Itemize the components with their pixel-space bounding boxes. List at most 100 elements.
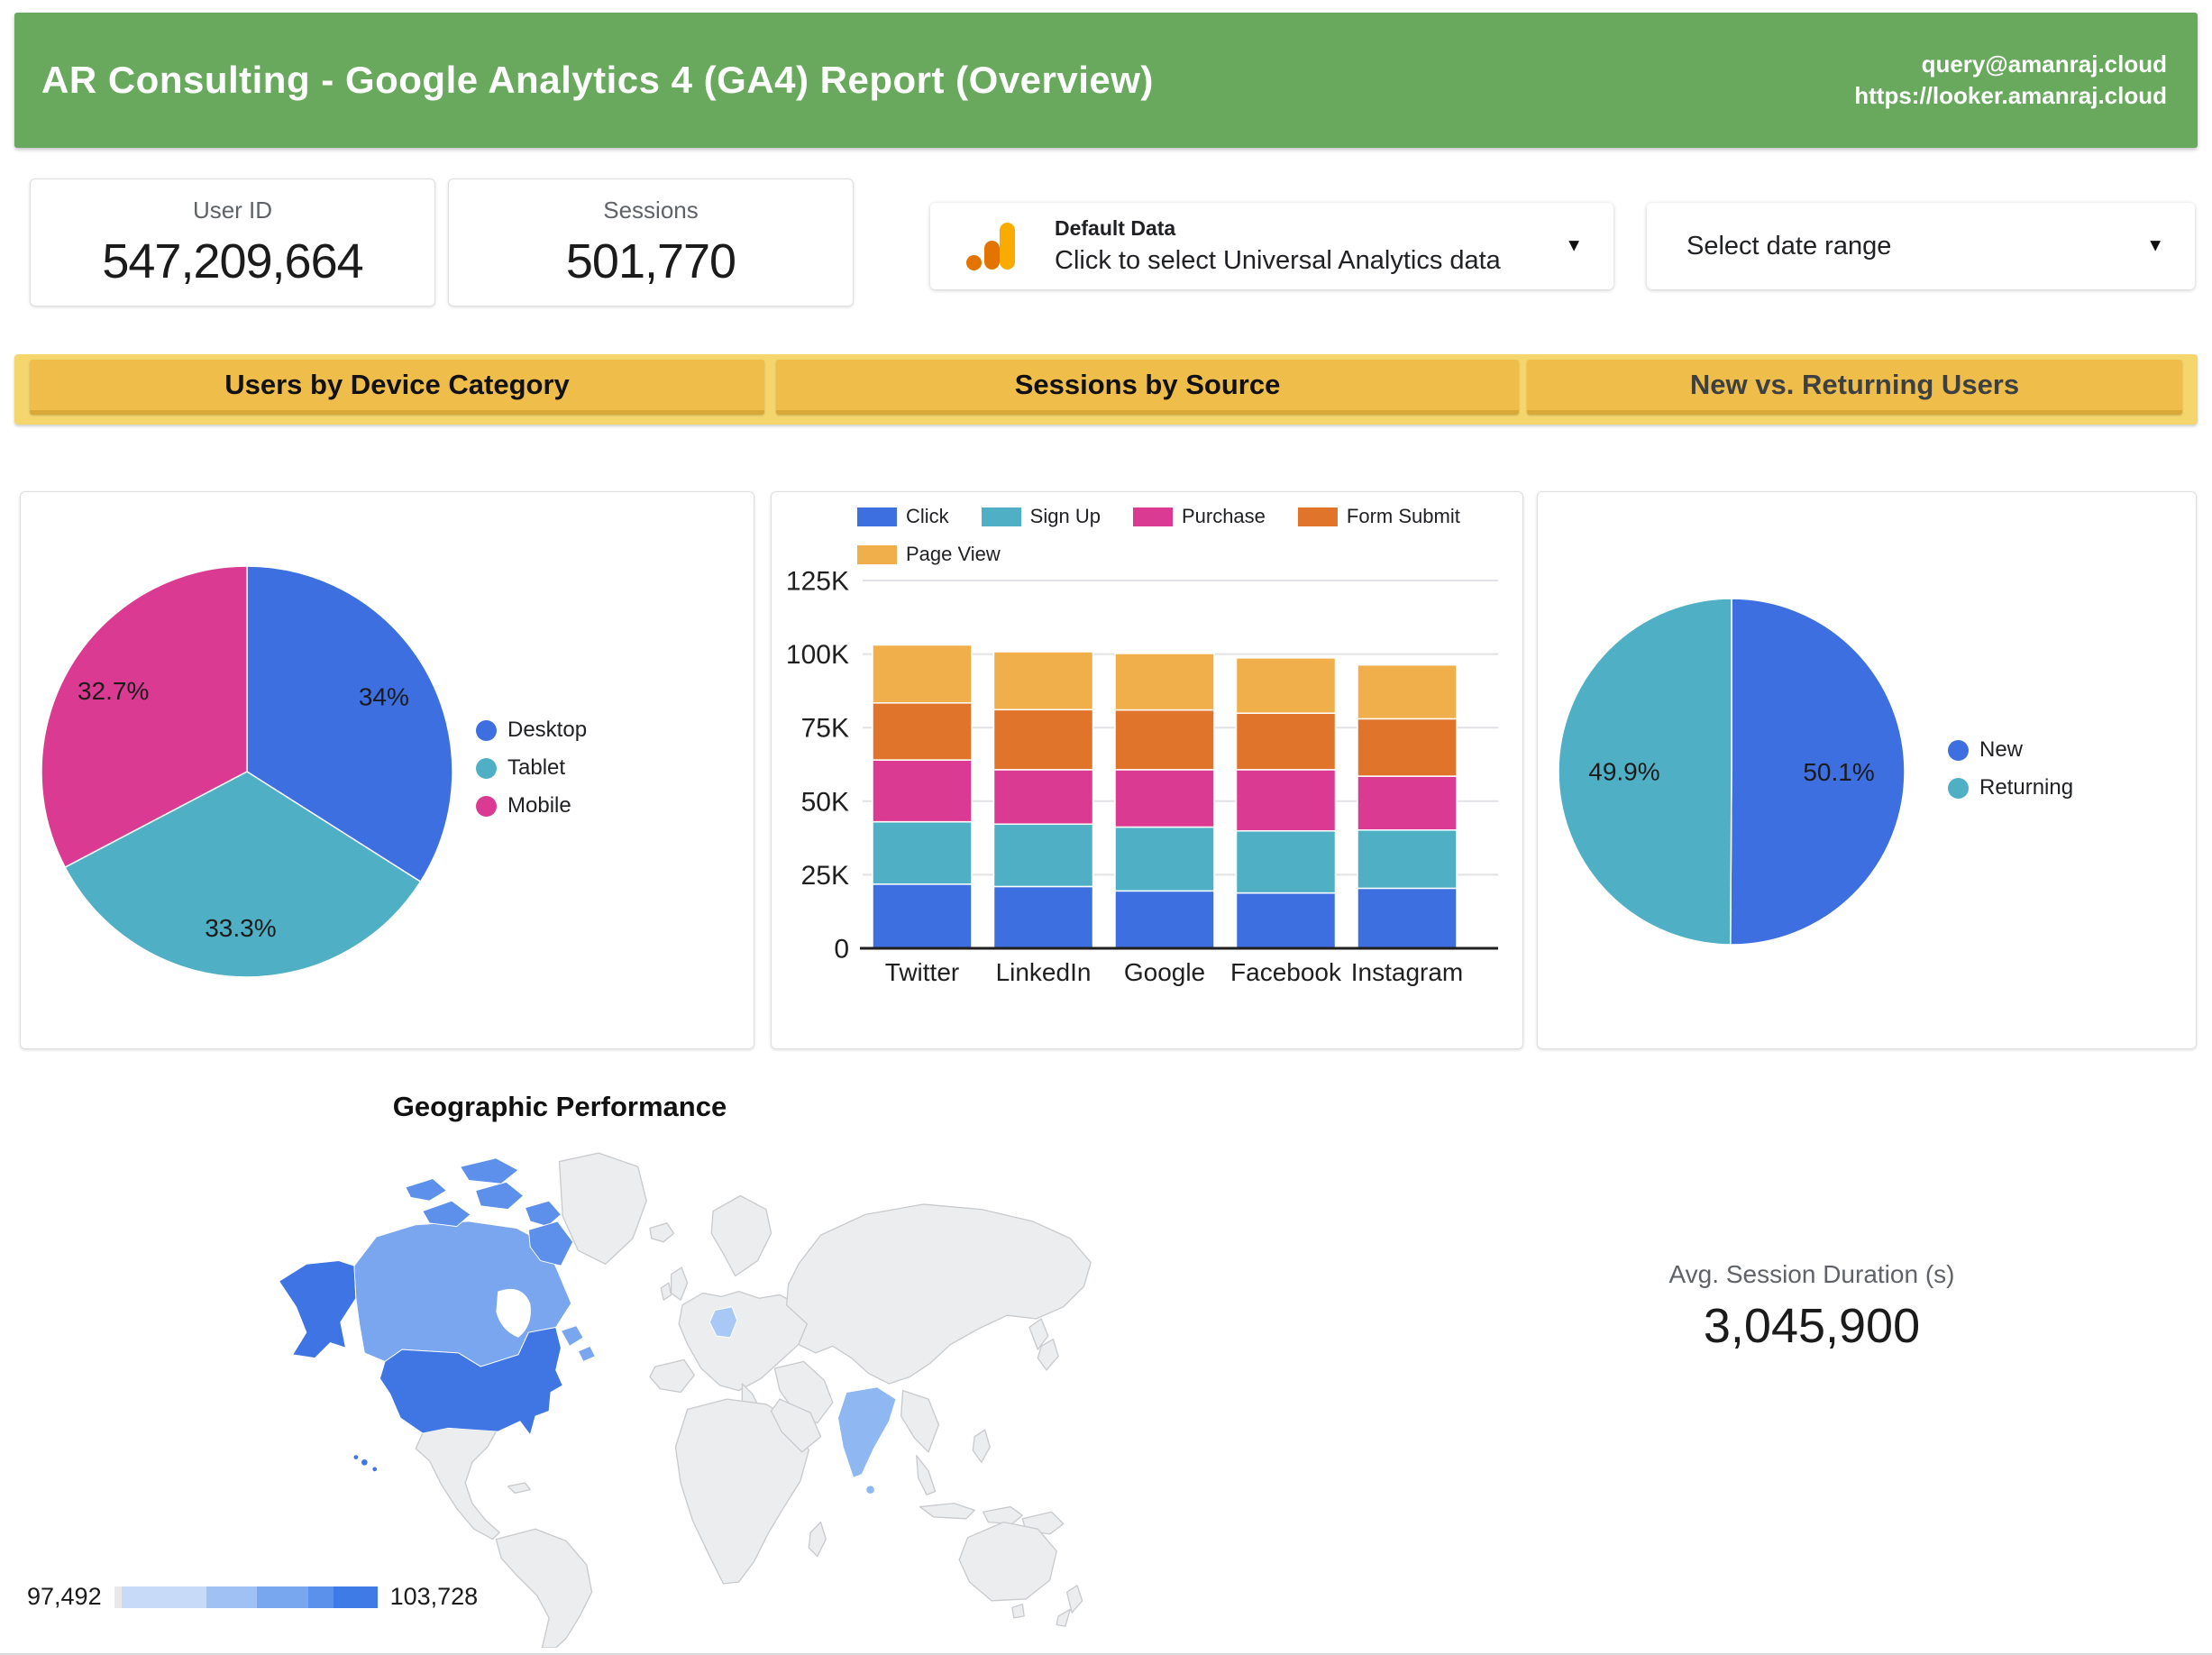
bar-segment-click[interactable] (1115, 891, 1214, 948)
legend-swatch-icon (476, 720, 497, 741)
bar-segment-sign-up[interactable] (1237, 831, 1336, 893)
report-title: AR Consulting - Google Analytics 4 (GA4)… (14, 59, 1154, 102)
scorecard-user-id: User ID 547,209,664 (30, 178, 435, 306)
gradient-step (206, 1586, 258, 1608)
legend-swatch-icon (476, 758, 497, 779)
bar-segment-page-view[interactable] (873, 645, 972, 702)
section-header-users-by-device: Users by Device Category (30, 360, 764, 415)
bar-segment-form-submit[interactable] (1357, 718, 1457, 776)
x-axis-category-label: Google (1124, 958, 1205, 986)
data-source-hint: Click to select Universal Analytics data (1055, 246, 1501, 276)
gradient-step (308, 1586, 334, 1608)
landmass-iceland (650, 1223, 674, 1242)
legend-item: Purchase (1133, 505, 1266, 528)
region-usa-hawaii (361, 1458, 369, 1466)
new-vs-returning-pie-chart[interactable]: 50.1%49.9% (1538, 492, 2194, 1047)
region-canada-arctic (406, 1179, 447, 1202)
analytics-icon-bar (1000, 223, 1015, 270)
geo-performance-map[interactable] (255, 1138, 1110, 1648)
avg-session-duration-scorecard: Avg. Session Duration (s) 3,045,900 (1532, 1260, 2091, 1354)
bar-segment-click[interactable] (994, 886, 1093, 948)
landmass-tasmania (1012, 1605, 1024, 1618)
sessions-by-source-bar-chart[interactable]: 025K50K75K100K125KTwitterLinkedInGoogleF… (772, 492, 1521, 1047)
bar-segment-sign-up[interactable] (873, 822, 972, 884)
bar-segment-sign-up[interactable] (1115, 828, 1214, 892)
device-category-legend: Desktop Tablet Mobile (476, 718, 587, 818)
scorecard-sessions: Sessions 501,770 (448, 178, 854, 306)
bar-segment-click[interactable] (1237, 893, 1336, 948)
landmass-indonesia (920, 1504, 975, 1519)
x-axis-category-label: Instagram (1351, 958, 1464, 986)
pie-slice-label: 33.3% (205, 914, 276, 942)
gradient-step (334, 1586, 377, 1608)
landmass-philippines (973, 1430, 990, 1462)
legend-item: Page View (857, 543, 1001, 566)
bar-segment-form-submit[interactable] (1115, 710, 1214, 770)
analytics-icon-dot (966, 255, 982, 270)
device-category-pie-chart[interactable]: 34%33.3%32.7% (21, 492, 752, 1047)
legend-label: Mobile (507, 793, 571, 818)
region-india (838, 1387, 896, 1477)
landmass-mexico-central-america (416, 1428, 499, 1539)
bar-segment-purchase[interactable] (1357, 776, 1457, 830)
legend-label: Form Submit (1347, 505, 1460, 528)
bar-segment-sign-up[interactable] (994, 824, 1093, 886)
legend-label: Desktop (507, 718, 587, 743)
region-canada-arctic (461, 1158, 518, 1184)
gradient-step (114, 1586, 123, 1608)
date-range-selector[interactable]: Select date range ▼ (1647, 203, 2195, 289)
legend-label: Purchase (1182, 505, 1266, 528)
legend-swatch-icon (1948, 778, 1969, 799)
landmass-cuba (508, 1483, 531, 1493)
device-category-pie-card: 34%33.3%32.7% Desktop Tablet Mobile (20, 491, 754, 1049)
kpi-label: Avg. Session Duration (s) (1532, 1260, 2091, 1289)
legend-item: Form Submit (1298, 505, 1460, 528)
landmass-new-zealand (1056, 1609, 1070, 1626)
map-title: Geographic Performance (14, 1091, 1105, 1123)
bar-segment-purchase[interactable] (994, 770, 1093, 824)
section-header-sessions-by-source: Sessions by Source (776, 360, 1519, 415)
region-canada-maritime (578, 1346, 595, 1361)
bar-segment-purchase[interactable] (1237, 770, 1336, 831)
scorecard-label: Sessions (603, 197, 699, 224)
legend-swatch-icon (1133, 507, 1173, 526)
bar-segment-form-submit[interactable] (994, 709, 1093, 770)
region-india-sri-lanka (866, 1486, 874, 1494)
legend-item: Tablet (476, 755, 587, 781)
bar-segment-form-submit[interactable] (1237, 713, 1336, 770)
landmass-australia (959, 1522, 1056, 1601)
y-axis-tick-label: 50K (801, 787, 849, 817)
bar-segment-purchase[interactable] (873, 760, 972, 822)
region-usa-hawaii (372, 1467, 378, 1472)
bar-segment-purchase[interactable] (1115, 770, 1214, 828)
bar-segment-click[interactable] (873, 884, 972, 948)
x-axis-category-label: Facebook (1230, 958, 1342, 986)
legend-item: Desktop (476, 718, 587, 743)
pie-slice-label: 49.9% (1588, 757, 1659, 785)
bar-segment-click[interactable] (1357, 888, 1457, 948)
y-axis-tick-label: 25K (801, 861, 849, 891)
data-source-name: Default Data (1055, 216, 1501, 241)
landmass-greenland (559, 1153, 646, 1264)
region-canada-arctic (476, 1182, 524, 1209)
legend-label: Sign Up (1030, 505, 1101, 528)
gradient-step (257, 1586, 308, 1608)
scorecard-label: User ID (193, 197, 272, 224)
bar-segment-page-view[interactable] (1237, 658, 1336, 713)
bar-segment-page-view[interactable] (1115, 654, 1214, 710)
landmass-new-zealand (1067, 1586, 1083, 1613)
legend-label: New (1979, 737, 2023, 763)
bar-segment-sign-up[interactable] (1357, 830, 1457, 889)
bar-segment-form-submit[interactable] (873, 703, 972, 760)
map-legend-max: 103,728 (390, 1583, 479, 1611)
section-header-new-vs-returning: New vs. Returning Users (1527, 360, 2182, 415)
data-source-selector[interactable]: Default Data Click to select Universal A… (930, 203, 1613, 289)
legend-item: Returning (1948, 775, 2073, 800)
new-vs-returning-legend: New Returning (1948, 737, 2073, 800)
region-alaska (279, 1261, 356, 1358)
landmass-south-america (496, 1529, 591, 1648)
x-axis-category-label: Twitter (885, 958, 959, 986)
analytics-icon (964, 217, 1022, 275)
bar-segment-page-view[interactable] (994, 652, 1093, 709)
bar-segment-page-view[interactable] (1357, 665, 1457, 719)
